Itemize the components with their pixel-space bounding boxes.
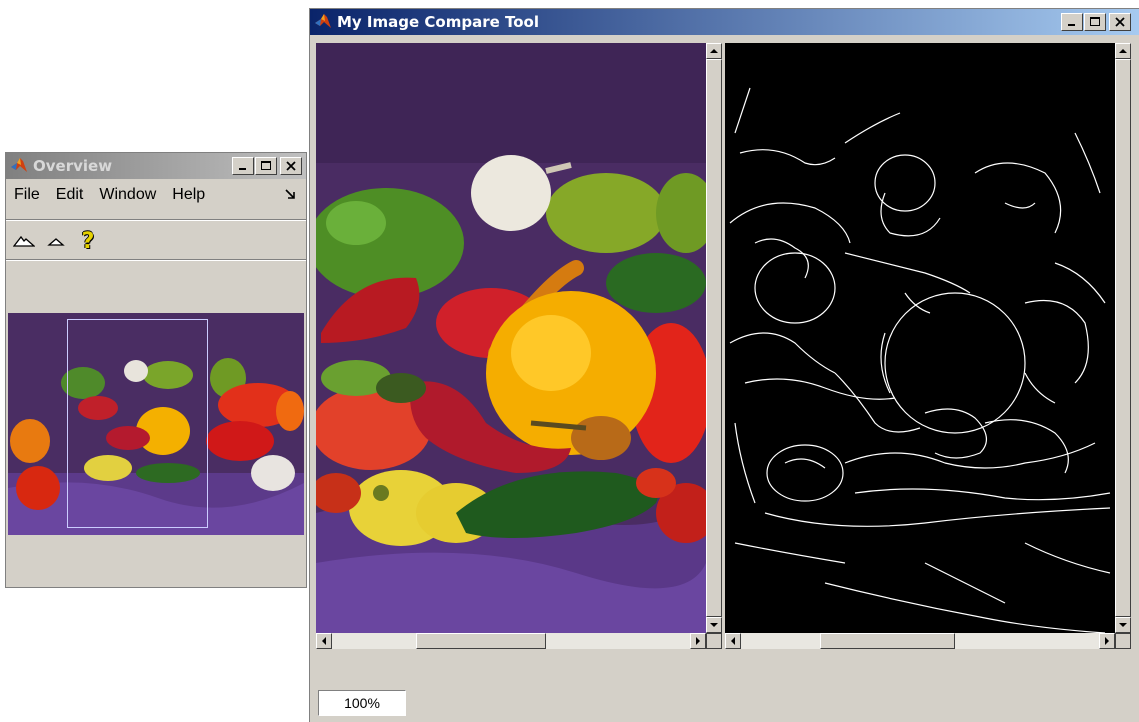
magnification-box[interactable]: 100% <box>318 690 406 716</box>
close-button[interactable] <box>1109 13 1131 31</box>
overview-toolbar: ? <box>6 225 306 257</box>
left-horizontal-thumb[interactable] <box>416 633 546 649</box>
left-vertical-thumb[interactable] <box>706 59 722 617</box>
close-icon <box>1115 17 1125 27</box>
arrow-up-icon <box>1119 49 1127 53</box>
close-button[interactable] <box>280 157 302 175</box>
arrow-down-icon <box>710 623 718 627</box>
overview-title: Overview <box>33 157 113 175</box>
matlab-logo-icon <box>10 156 28 177</box>
scroll-right-button[interactable] <box>690 633 706 649</box>
matlab-logo-icon <box>314 12 332 33</box>
toolbar-divider <box>6 259 306 261</box>
left-horizontal-scrollbar[interactable] <box>316 633 706 649</box>
menu-help[interactable]: Help <box>164 186 213 204</box>
detail-rectangle[interactable] <box>67 319 208 528</box>
right-image-panel[interactable] <box>725 43 1115 633</box>
arrow-up-icon <box>710 49 718 53</box>
maximize-button[interactable] <box>255 157 277 175</box>
peppers-color-image <box>316 43 706 633</box>
overview-titlebar[interactable]: Overview <box>6 153 306 179</box>
right-horizontal-scrollbar[interactable] <box>725 633 1115 649</box>
menu-file[interactable]: File <box>6 186 48 204</box>
magnification-value: 100% <box>344 695 380 711</box>
left-vertical-scrollbar[interactable] <box>706 43 722 633</box>
compare-titlebar[interactable]: My Image Compare Tool <box>310 9 1139 35</box>
overview-window: Overview File Edit Window Help ? <box>5 152 307 588</box>
close-icon <box>286 161 296 171</box>
minimize-button[interactable] <box>232 157 254 175</box>
scroll-right-button[interactable] <box>1099 633 1115 649</box>
peppers-edge-detection-image <box>729 87 1111 633</box>
scroll-up-button[interactable] <box>1115 43 1131 59</box>
scrollbar-corner <box>706 633 722 649</box>
compare-title: My Image Compare Tool <box>337 13 539 31</box>
left-image-panel[interactable] <box>316 43 706 633</box>
minimize-button[interactable] <box>1061 13 1083 31</box>
minimize-icon <box>239 168 246 170</box>
dock-arrow-icon[interactable] <box>284 187 296 205</box>
right-vertical-thumb[interactable] <box>1115 59 1131 617</box>
maximize-button[interactable] <box>1084 13 1106 31</box>
overview-menubar: File Edit Window Help <box>6 181 306 209</box>
arrow-right-icon <box>696 637 700 645</box>
scroll-down-button[interactable] <box>1115 617 1131 633</box>
arrow-down-icon <box>1119 623 1127 627</box>
zoom-out-icon[interactable] <box>44 229 68 253</box>
arrow-left-icon <box>731 637 735 645</box>
help-icon[interactable]: ? <box>76 229 100 254</box>
maximize-icon <box>1090 17 1100 26</box>
arrow-left-icon <box>322 637 326 645</box>
overview-image[interactable] <box>8 313 304 535</box>
scroll-up-button[interactable] <box>706 43 722 59</box>
right-horizontal-thumb[interactable] <box>820 633 955 649</box>
scroll-down-button[interactable] <box>706 617 722 633</box>
maximize-icon <box>261 161 271 170</box>
menu-edit[interactable]: Edit <box>48 186 92 204</box>
zoom-in-icon[interactable] <box>12 229 36 253</box>
scroll-left-button[interactable] <box>725 633 741 649</box>
menu-window[interactable]: Window <box>91 186 164 204</box>
arrow-right-icon <box>1105 637 1109 645</box>
image-compare-window: My Image Compare Tool 100% <box>309 8 1139 722</box>
right-vertical-scrollbar[interactable] <box>1115 43 1131 633</box>
scroll-left-button[interactable] <box>316 633 332 649</box>
scrollbar-corner <box>1115 633 1131 649</box>
menu-divider <box>6 219 306 221</box>
minimize-icon <box>1068 24 1075 26</box>
